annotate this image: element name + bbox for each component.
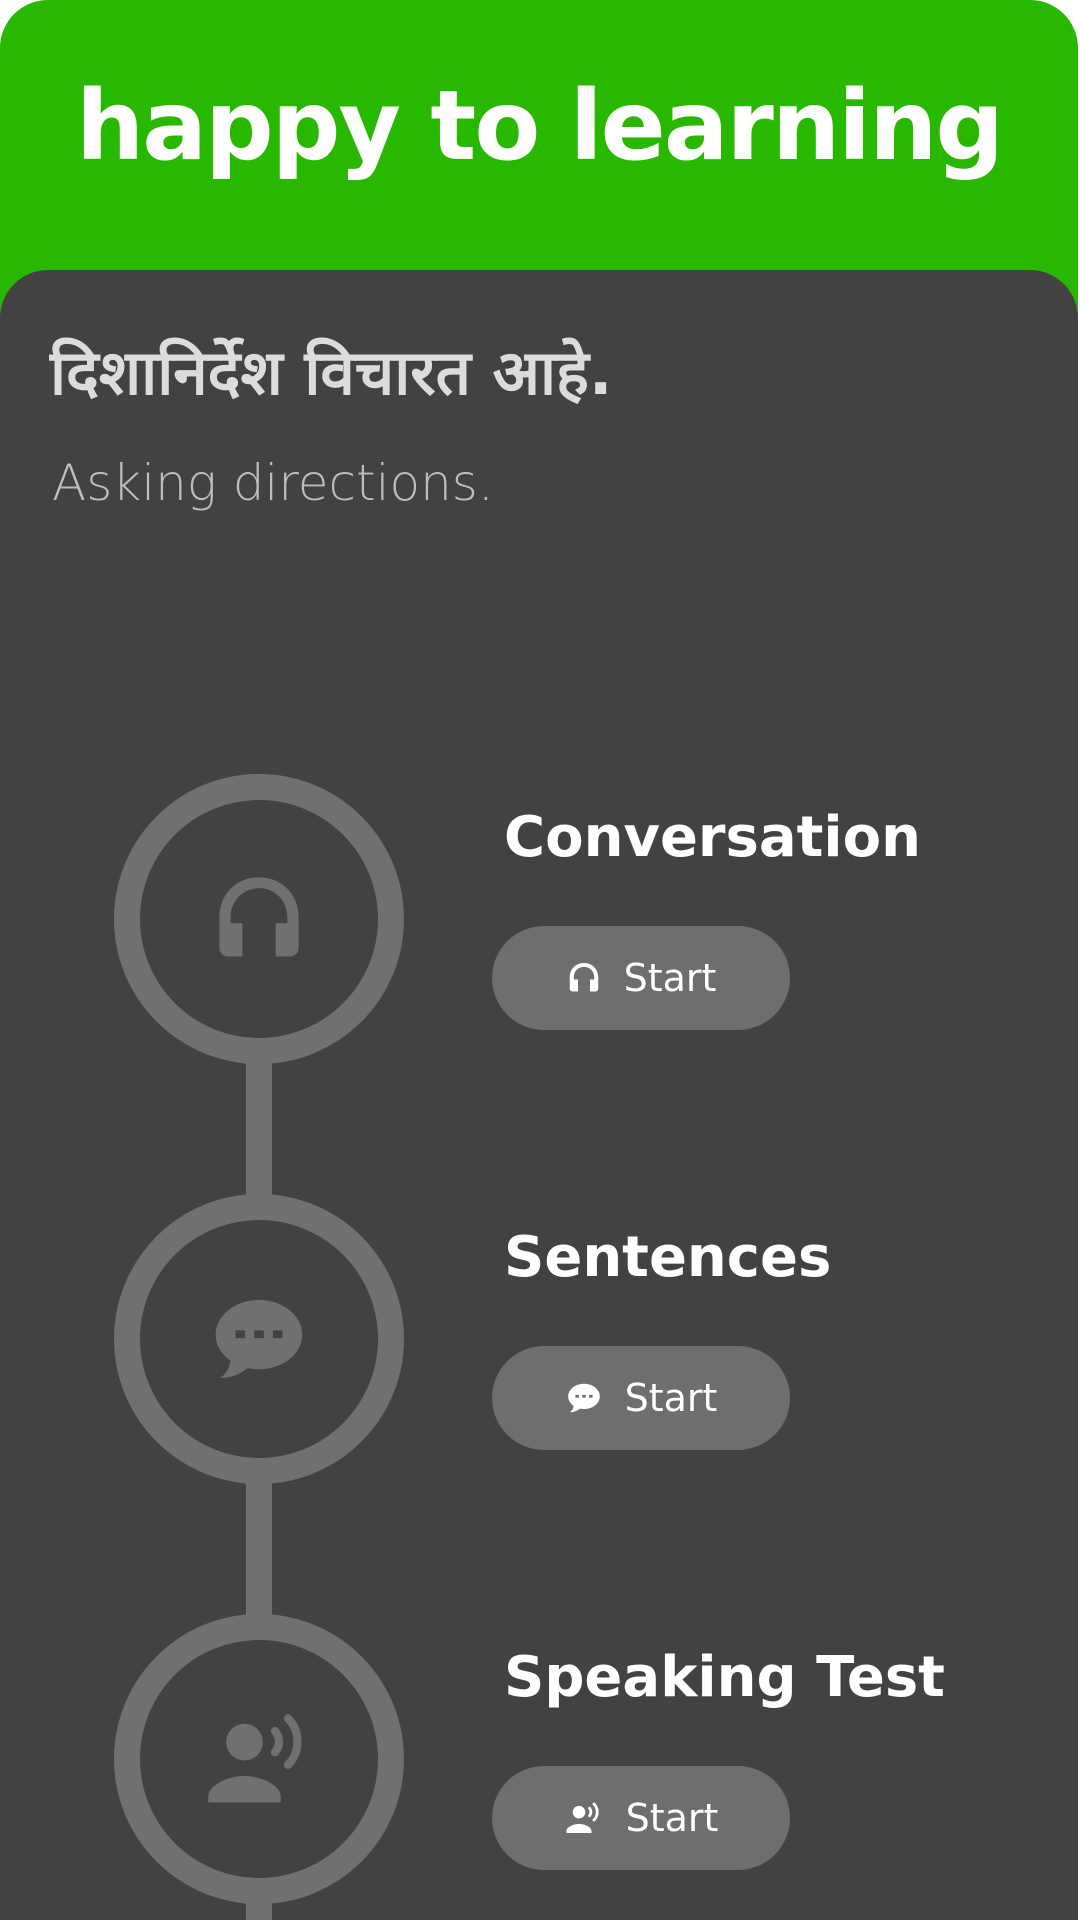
start-button-label: Start [624,1376,718,1420]
chat-bubble-icon [215,1300,303,1378]
lesson-title: दिशानिर्देश विचारत आहे. [50,336,613,409]
conversation-start-button[interactable]: Start [492,926,790,1030]
app-header: happy to learning [0,0,1078,270]
lesson-subtitle: Asking directions. [52,454,494,512]
headphones-icon [566,960,602,996]
step-circle-sentences [114,1194,404,1484]
start-button-label: Start [623,956,717,1000]
step-connector [246,1050,272,1200]
step-label-conversation: Conversation [504,805,921,870]
step-circle-conversation [114,774,404,1064]
app-title: happy to learning [75,70,1004,182]
headphones-icon [219,877,299,957]
step-label-speaking-test: Speaking Test [504,1645,945,1710]
step-label-sentences: Sentences [504,1225,832,1290]
step-circle-speaking-test [114,1614,404,1904]
sentences-start-button[interactable]: Start [492,1346,790,1450]
chat-bubble-icon [565,1379,603,1417]
speaking-person-icon [564,1798,604,1838]
speaking-test-start-button[interactable]: Start [492,1766,790,1870]
lesson-panel: दिशानिर्देश विचारत आहे. Asking direction… [0,270,1078,1920]
speaking-person-icon [208,1714,302,1803]
app-window: happy to learning दिशानिर्देश विचारत आहे… [0,0,1078,1920]
start-button-label: Start [625,1796,719,1840]
step-connector [246,1470,272,1620]
